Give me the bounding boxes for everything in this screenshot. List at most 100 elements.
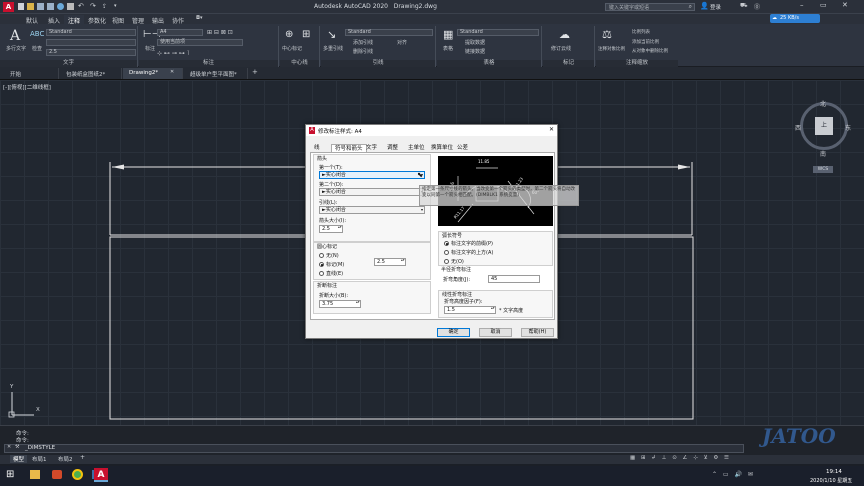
clock-time[interactable]: 19:14 bbox=[826, 469, 842, 475]
ribbon-panel-leader-label[interactable]: 引线 bbox=[321, 60, 435, 67]
search-box[interactable]: 键入关键字或短语 ⌕ bbox=[605, 3, 695, 11]
tab-close-icon[interactable]: ✕ bbox=[170, 69, 174, 75]
tab-symbols-arrows[interactable]: 符号和箭头 bbox=[331, 144, 367, 152]
check-spelling-label[interactable]: 检查 bbox=[32, 45, 42, 52]
start-icon[interactable]: ⊞ bbox=[6, 469, 14, 480]
dialog-close-icon[interactable]: ✕ bbox=[549, 126, 554, 133]
command-input[interactable]: _DIMSTYLE bbox=[25, 445, 55, 451]
find-text-field[interactable] bbox=[46, 39, 136, 46]
web-icon[interactable] bbox=[57, 3, 64, 10]
explorer-icon[interactable] bbox=[30, 470, 40, 479]
dim-style-combo[interactable]: A4 bbox=[157, 29, 203, 36]
jog-angle-input[interactable]: 45 bbox=[488, 275, 540, 283]
table-style-combo[interactable]: Standard bbox=[457, 29, 539, 36]
add-scale-button[interactable]: 添加当前比例 bbox=[632, 39, 659, 45]
ribbon-panel-dimension-label[interactable]: 标注 bbox=[139, 60, 278, 67]
add-leader-button[interactable]: 添加引线 bbox=[353, 39, 373, 46]
multileader-label[interactable]: 多重引线 bbox=[323, 45, 343, 52]
table-label[interactable]: 表格 bbox=[443, 45, 453, 52]
revcloud-icon[interactable]: ☁ bbox=[559, 28, 570, 41]
second-arrow-combo[interactable]: ►实心闭合 ▾ bbox=[319, 188, 425, 196]
clock-date[interactable]: 2020/1/10 星期五 bbox=[810, 477, 852, 484]
layout-tab-layout1[interactable]: 布局1 bbox=[32, 455, 47, 463]
doc-tab-floorplan[interactable]: 超级单户型平面图* bbox=[184, 68, 248, 79]
link-data-button[interactable]: 链接数据 bbox=[465, 48, 485, 55]
new-icon[interactable] bbox=[18, 3, 24, 10]
menu-tab-parametric[interactable]: 参数化 bbox=[84, 15, 110, 25]
tab-lines[interactable]: 线 bbox=[311, 144, 323, 152]
extract-data-button[interactable]: 提取数据 bbox=[465, 39, 485, 46]
align-leader-button[interactable]: 对齐 bbox=[397, 39, 407, 46]
remove-leader-button[interactable]: 删除引线 bbox=[353, 48, 373, 55]
arc-front-radio[interactable] bbox=[444, 241, 449, 246]
doc-tab-start[interactable]: 开始 bbox=[4, 68, 59, 79]
menu-tab-manage[interactable]: 管理 bbox=[128, 15, 148, 25]
center-none-label[interactable]: 无(N) bbox=[326, 252, 339, 259]
maximize-button[interactable]: ▭ bbox=[820, 1, 827, 9]
compass-east[interactable]: 东 bbox=[845, 123, 851, 132]
save-icon[interactable] bbox=[37, 3, 44, 10]
search-icon[interactable]: ⌕ bbox=[689, 3, 692, 11]
user-icon[interactable]: 👤 bbox=[700, 2, 709, 10]
autocad-logo[interactable]: A bbox=[3, 2, 14, 12]
compass-north[interactable]: 北 bbox=[820, 99, 826, 108]
revcloud-label[interactable]: 修订云线 bbox=[551, 45, 571, 52]
add-layout-icon[interactable]: + bbox=[80, 454, 85, 461]
ribbon-panel-markup-label[interactable]: 标记 bbox=[543, 60, 594, 67]
layout-tab-layout2[interactable]: 布局2 bbox=[58, 455, 73, 463]
ribbon-panel-annotation-scaling-label[interactable]: 注释缩放 bbox=[596, 60, 678, 67]
close-command-icon[interactable]: ✕ bbox=[7, 444, 11, 450]
tab-primary-units[interactable]: 主单位 bbox=[405, 144, 428, 152]
multiline-text-label[interactable]: 多行文字 bbox=[6, 45, 26, 52]
annotative-scale-icon[interactable]: ⚖ bbox=[602, 28, 612, 41]
remove-scale-button[interactable]: 从对象中删除比例 bbox=[632, 48, 668, 54]
viewcube-top-face[interactable]: 上 bbox=[815, 117, 833, 135]
first-arrow-combo[interactable]: ►实心闭合 ▾ bbox=[319, 171, 425, 179]
menu-tab-view[interactable]: 视图 bbox=[108, 15, 128, 25]
center-size-spinner[interactable]: 2.5 bbox=[374, 258, 406, 266]
dim-tools2-icons[interactable]: ⊹ ⊷ ⊸ ⊶ ⊺ bbox=[157, 50, 190, 57]
tab-alternate-units[interactable]: 换算单位 bbox=[428, 144, 456, 152]
command-input-bar[interactable]: ✕ ⚒ _DIMSTYLE bbox=[4, 444, 744, 453]
menu-tab-home[interactable]: 默认 bbox=[22, 15, 42, 25]
center-mark-label[interactable]: 中心标记 bbox=[282, 45, 302, 52]
center-line-radio[interactable] bbox=[319, 271, 324, 276]
chevron-down-icon[interactable]: ▾ bbox=[421, 207, 423, 213]
command-wrench-icon[interactable]: ⚒ bbox=[15, 444, 19, 450]
chrome-icon[interactable] bbox=[72, 469, 83, 480]
close-button[interactable]: ✕ bbox=[842, 1, 848, 9]
leader-style-combo[interactable]: Standard bbox=[345, 29, 433, 36]
tab-tolerances[interactable]: 公差 bbox=[454, 144, 471, 152]
login-link[interactable]: 登录 bbox=[710, 3, 721, 11]
viewcube[interactable]: 上 北 南 西 东 bbox=[795, 99, 851, 158]
doc-tab-packaging[interactable]: 包装纸盒图纸2* bbox=[60, 68, 122, 79]
media-icon[interactable] bbox=[52, 470, 62, 479]
share-icon[interactable]: ⇪ bbox=[102, 3, 107, 10]
print-icon[interactable] bbox=[67, 3, 74, 10]
center-line-label[interactable]: 直线(E) bbox=[326, 270, 343, 277]
compass-west[interactable]: 西 bbox=[795, 123, 801, 132]
ribbon-toggle-icon[interactable]: ◘▾ bbox=[196, 15, 202, 21]
cart-icon[interactable]: ⛟ bbox=[740, 2, 748, 10]
leader-arrow-combo[interactable]: ►实心闭合 ▾ bbox=[319, 206, 425, 214]
redo-icon[interactable]: ↷ bbox=[90, 2, 96, 10]
scale-list-button[interactable]: 比例列表 bbox=[632, 29, 650, 35]
text-height-combo[interactable]: 2.5 bbox=[46, 49, 136, 56]
arc-front-label[interactable]: 标注文字的前缀(P) bbox=[451, 240, 493, 247]
menu-tab-collaborate[interactable]: 协作 bbox=[168, 15, 188, 25]
new-tab-icon[interactable]: + bbox=[252, 68, 258, 76]
menu-tab-insert[interactable]: 插入 bbox=[44, 15, 64, 25]
menu-tab-annotate[interactable]: 注释 bbox=[64, 15, 85, 25]
arc-none-radio[interactable] bbox=[444, 259, 449, 264]
dropdown-icon[interactable]: ▾ bbox=[114, 3, 117, 9]
menu-tab-output[interactable]: 输出 bbox=[148, 15, 168, 25]
cancel-button[interactable]: 取消 bbox=[479, 328, 512, 337]
dim-tools-icons[interactable]: ⊞ ⊟ ⊠ ⊡ bbox=[207, 29, 233, 36]
arrow-size-spinner[interactable]: 2.5 bbox=[319, 225, 343, 233]
ribbon-panel-table-label[interactable]: 表格 bbox=[437, 60, 541, 67]
open-icon[interactable] bbox=[27, 3, 34, 10]
annotative-scale-label[interactable]: 注释对象比例 bbox=[598, 46, 625, 52]
centerline-icon[interactable]: ⊞ bbox=[302, 29, 310, 40]
break-size-spinner[interactable]: 3.75 bbox=[319, 300, 361, 308]
center-mark-icon[interactable]: ⊕ bbox=[285, 29, 293, 40]
